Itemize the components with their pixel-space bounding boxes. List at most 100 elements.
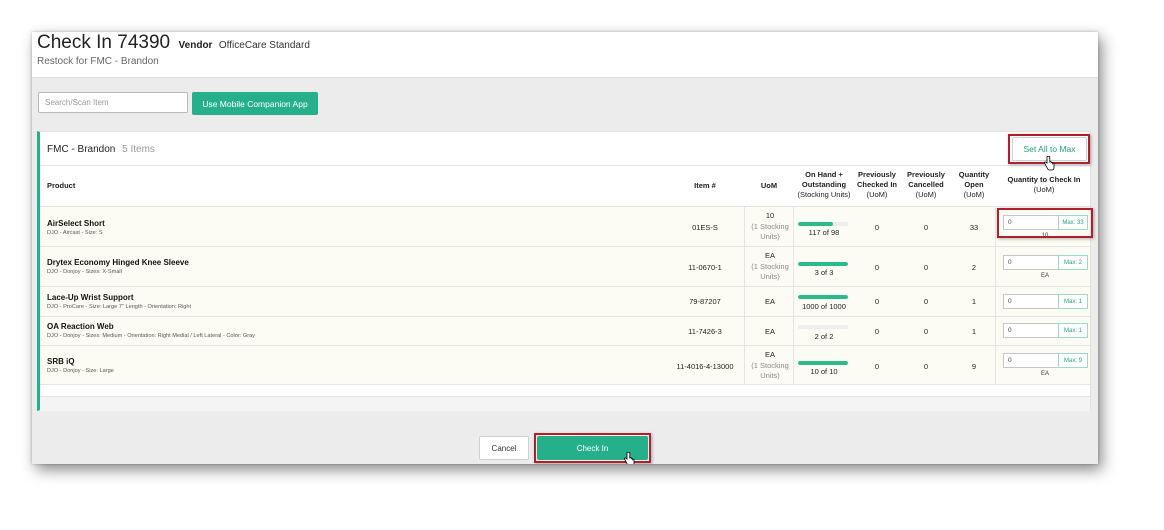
uom-note-1: (1 Stocking: [751, 221, 789, 231]
prev-checked-in: 0: [874, 223, 880, 232]
qty-input[interactable]: [1003, 215, 1059, 230]
uom-unit: EA: [764, 251, 775, 260]
on-hand-text: 2 of 2: [814, 332, 834, 341]
max-button[interactable]: Max: 9: [1058, 353, 1088, 368]
page-subtitle: Restock for FMC - Brandon: [37, 56, 159, 67]
on-hand-progress-fill: [798, 295, 848, 299]
qty-open: 1: [971, 327, 977, 336]
on-hand-text: 1000 of 1000: [802, 302, 846, 311]
product-name: OA Reaction Web: [47, 322, 114, 331]
product-desc: DJO - ProCare - Size: Large 7" Length - …: [47, 304, 192, 310]
page-header: Check In 74390 Vendor OfficeCare Standar…: [32, 32, 1098, 78]
prev-cancelled: 0: [923, 327, 929, 336]
check-in-window: Check In 74390 Vendor OfficeCare Standar…: [32, 32, 1098, 464]
col-prev-in-sub: (UoM): [866, 190, 888, 199]
col-on-hand-sub: (Stocking Units): [797, 190, 851, 199]
max-button[interactable]: Max: 33: [1058, 215, 1088, 230]
col-qty-check-in-line1: Quantity to Check In: [1007, 175, 1081, 184]
on-hand-progress: [798, 262, 848, 266]
qty-open: 2: [971, 263, 977, 272]
mobile-companion-button[interactable]: Use Mobile Companion App: [192, 92, 318, 115]
table-row: Lace-Up Wrist Support DJO - ProCare - Si…: [40, 286, 1090, 316]
search-input[interactable]: [38, 92, 188, 113]
qty-input[interactable]: [1003, 294, 1059, 309]
qty-input[interactable]: [1003, 353, 1059, 368]
qty-open: 33: [969, 223, 979, 232]
table-row: Drytex Economy Hinged Knee Sleeve DJO - …: [40, 246, 1090, 286]
qty-input[interactable]: [1003, 323, 1059, 338]
vendor-name: OfficeCare Standard: [218, 40, 310, 51]
col-prev-cancel-sub: (UoM): [915, 190, 937, 199]
product-name: AirSelect Short: [47, 219, 105, 228]
item-count: 5 Items: [122, 144, 155, 155]
prev-checked-in: 0: [874, 297, 880, 306]
check-in-button[interactable]: Check In: [537, 436, 648, 460]
uom-cell: EA: [744, 287, 794, 316]
prev-cancelled: 0: [923, 297, 929, 306]
item-number: 01ES-S: [692, 223, 718, 232]
title-line: Check In 74390 Vendor OfficeCare Standar…: [37, 32, 310, 54]
table-row: OA Reaction Web DJO - Donjoy - Sizes: Me…: [40, 316, 1090, 345]
prev-cancelled: 0: [923, 362, 929, 371]
location-name: FMC - Brandon: [47, 144, 116, 155]
qty-unit: 10: [1041, 233, 1049, 239]
cancel-button[interactable]: Cancel: [479, 436, 529, 460]
on-hand-progress-fill: [798, 222, 833, 226]
prev-checked-in: 0: [874, 362, 880, 371]
set-all-to-max-button[interactable]: Set All to Max: [1012, 137, 1087, 161]
on-hand-text: 117 of 98: [808, 228, 840, 237]
col-product: Product: [47, 181, 76, 190]
item-number: 79-87207: [689, 297, 721, 306]
product-desc: DJO - Donjoy - Sizes: Medium - Orientati…: [47, 333, 255, 339]
uom-note-2: Units): [760, 272, 780, 281]
prev-checked-in: 0: [874, 327, 880, 336]
max-button[interactable]: Max: 2: [1058, 255, 1088, 270]
product-desc: DJO - Donjoy - Sizes: X-Small: [47, 269, 122, 275]
uom-unit: 10: [765, 211, 775, 220]
col-prev-in-line1: Previously: [858, 170, 896, 179]
page-title: Check In 74390: [37, 32, 171, 53]
uom-cell: EA (1 Stocking Units): [744, 346, 794, 384]
on-hand-progress-fill: [798, 361, 848, 365]
col-qty-open-line2: Open: [964, 180, 984, 189]
on-hand-progress: [798, 295, 848, 299]
col-on-hand-line1: On Hand +: [805, 170, 843, 179]
uom-cell: EA: [744, 317, 794, 345]
uom-value: 10 (1 Stocking Units): [745, 211, 795, 243]
on-hand-text: 10 of 10: [810, 367, 838, 376]
max-button[interactable]: Max: 1: [1058, 323, 1088, 338]
uom-note-2: Units): [760, 371, 780, 380]
col-qty-open: Quantity Open (UoM): [949, 170, 999, 200]
uom-cell: 10 (1 Stocking Units): [744, 207, 794, 246]
product-desc: DJO - Donjoy - Size: Large: [47, 368, 114, 374]
uom-note-1: (1 Stocking: [751, 360, 789, 370]
col-qty-open-line1: Quantity: [958, 170, 990, 179]
qty-unit: EA: [1040, 371, 1049, 377]
on-hand-progress: [798, 325, 848, 329]
panel-title: FMC - Brandon 5 Items: [47, 144, 155, 155]
uom-value: EA: [764, 297, 775, 306]
item-number: 11-7426-3: [688, 327, 722, 336]
vendor-label: Vendor: [178, 40, 213, 51]
item-number: 11-4016-4-13000: [676, 362, 734, 371]
on-hand-progress: [798, 222, 848, 226]
panel-header: FMC - Brandon 5 Items Set All to Max: [40, 132, 1090, 166]
item-number: 11-0670-1: [688, 263, 722, 272]
col-item-number: Item #: [694, 181, 716, 190]
uom-unit: EA: [764, 350, 775, 359]
product-name: Lace-Up Wrist Support: [47, 293, 134, 302]
col-prev-cancelled: Previously Cancelled (UoM): [901, 170, 951, 200]
uom-note-2: Units): [760, 232, 780, 241]
qty-input[interactable]: [1003, 255, 1059, 270]
on-hand-progress: [798, 361, 848, 365]
max-button[interactable]: Max: 1: [1058, 294, 1088, 309]
col-prev-checked-in: Previously Checked In (UoM): [852, 170, 902, 200]
prev-checked-in: 0: [874, 263, 880, 272]
col-qty-check-in-sub: (UoM): [1033, 185, 1055, 194]
table-row: SRB iQ DJO - Donjoy - Size: Large 11-401…: [40, 345, 1090, 385]
uom-note-1: (1 Stocking: [751, 261, 789, 271]
col-qty-check-in: Quantity to Check In (UoM): [1000, 175, 1088, 195]
col-prev-in-line2: Checked In: [856, 180, 897, 189]
uom-value: EA: [764, 327, 775, 336]
col-uom: UoM: [760, 181, 778, 190]
